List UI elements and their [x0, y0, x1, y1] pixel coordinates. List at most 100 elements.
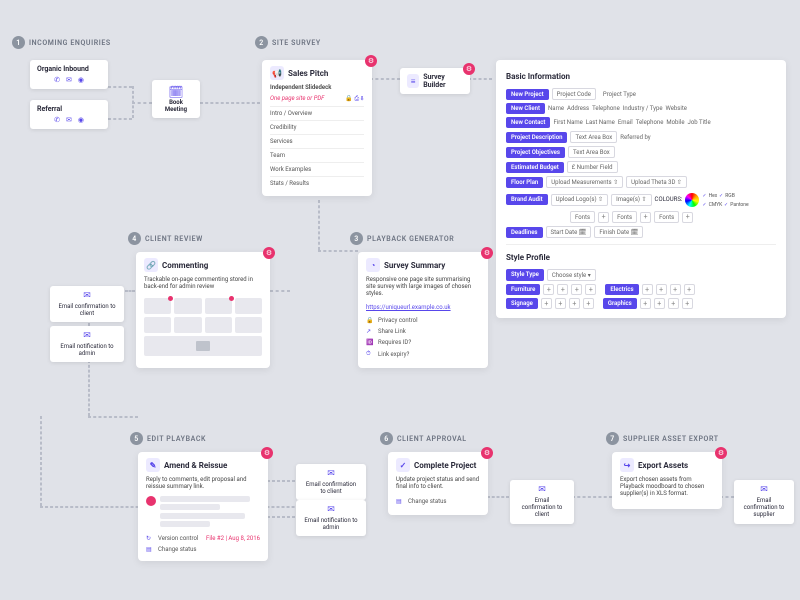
step-badge-3: 3 — [350, 232, 363, 245]
amend-card[interactable]: ⚙ ✎Amend & Reissue Reply to comments, ed… — [138, 452, 268, 561]
book-meeting-card[interactable]: 🗓 Book Meeting — [152, 80, 200, 118]
mail-icon: ✉ — [303, 505, 359, 515]
survey-builder-card[interactable]: ⚙ ≡ Survey Builder — [400, 68, 470, 94]
pencil-icon: ✎ — [146, 458, 160, 472]
signage-button[interactable]: Signage — [506, 298, 538, 309]
id-icon: 🆔 — [366, 339, 374, 346]
project-code-field[interactable]: Project Code — [552, 88, 596, 100]
step-2-header: 2 SITE SURVEY — [255, 36, 321, 49]
survey-summary-card[interactable]: ⚙ ◔Survey Summary Responsive one page si… — [358, 252, 488, 368]
new-client-button[interactable]: New Client — [506, 103, 545, 114]
amend-title: Amend & Reissue — [164, 461, 227, 470]
style-title: Style Profile — [506, 249, 776, 266]
pitch-items: Intro / OverviewCredibility ServicesTeam… — [262, 106, 372, 196]
email-client-5: ✉ Email confirmation to client — [296, 464, 366, 500]
summary-url[interactable]: https://uniqueurl.example.co.uk — [366, 304, 451, 311]
step-badge-5: 5 — [130, 432, 143, 445]
link-icon: 🔗 — [144, 258, 158, 272]
step-3-header: 3 PLAYBACK GENERATOR — [350, 232, 454, 245]
chart-icon: ◔ — [366, 258, 380, 272]
complete-card[interactable]: ⚙ ✓Complete Project Update project statu… — [388, 452, 488, 515]
mail-icon: ✉ — [57, 291, 117, 301]
check-icon: ✓ — [396, 458, 410, 472]
floor-plan-button[interactable]: Floor Plan — [506, 177, 543, 188]
comment-title: Commenting — [162, 261, 208, 270]
export-card[interactable]: ⚙ ↪Export Assets Export chosen assets fr… — [612, 452, 722, 509]
graphics-button[interactable]: Graphics — [603, 298, 637, 309]
furniture-button[interactable]: Furniture — [506, 284, 540, 295]
project-obj-button[interactable]: Project Objectives — [506, 147, 565, 158]
upload-logo[interactable]: Upload Logo(s) ⇧ — [551, 194, 608, 206]
step-5-header: 5 EDIT PLAYBACK — [130, 432, 206, 445]
step-7-label: SUPPLIER ASSET EXPORT — [623, 435, 719, 443]
step-1-label: INCOMING ENQUIRIES — [29, 39, 111, 47]
refresh-icon: ↻ — [146, 535, 154, 542]
phone-icon: ✆ — [54, 76, 60, 84]
comment-desc: Trackable on-page commenting stored in b… — [136, 276, 270, 294]
step-2-label: SITE SURVEY — [272, 39, 321, 47]
obj-textarea[interactable]: Text Area Box — [568, 146, 615, 158]
mail-icon: ✉ — [303, 469, 359, 479]
calendar-icon: 🗓 — [159, 85, 193, 99]
email-admin-4: ✉ Email notification to admin — [50, 326, 124, 362]
deadlines-button[interactable]: Deadlines — [506, 227, 543, 238]
gear-icon[interactable]: ⚙ — [481, 447, 493, 459]
gear-icon[interactable]: ⚙ — [365, 55, 377, 67]
mail-icon: ✉ — [741, 485, 787, 495]
step-1-header: 1 INCOMING ENQUIRIES — [12, 36, 111, 49]
email-client-4: ✉ Email confirmation to client — [50, 286, 124, 322]
complete-title: Complete Project — [414, 461, 476, 470]
comment-mock — [136, 294, 270, 360]
status-icon: ▤ — [396, 498, 404, 505]
choose-style[interactable]: Choose style ▾ — [547, 269, 596, 281]
upload-measurements[interactable]: Upload Measurements ⇧ — [546, 176, 623, 188]
pitch-title: Sales Pitch — [288, 69, 328, 78]
step-5-label: EDIT PLAYBACK — [147, 435, 206, 443]
step-4-header: 4 CLIENT REVIEW — [128, 232, 203, 245]
budget-button[interactable]: Estimated Budget — [506, 162, 564, 173]
finish-date[interactable]: Finish Date 🗓 — [594, 226, 643, 238]
contact-icons: ✆ ✉ ◉ — [37, 76, 101, 84]
project-desc-button[interactable]: Project Description — [506, 132, 567, 143]
upload-theta[interactable]: Upload Theta 3D ⇧ — [626, 176, 687, 188]
contact-icons-2: ✆✉◉ — [37, 116, 101, 124]
list-icon: ≡ — [407, 74, 419, 88]
complete-desc: Update project status and send final inf… — [388, 476, 488, 494]
images-field[interactable]: Image(s) ⇧ — [611, 194, 651, 206]
gear-icon[interactable]: ⚙ — [463, 63, 475, 75]
electrics-button[interactable]: Electrics — [605, 284, 638, 295]
gear-icon[interactable]: ⚙ — [263, 247, 275, 259]
referral-card[interactable]: Referral ✆✉◉ — [30, 100, 108, 129]
step-badge-1: 1 — [12, 36, 25, 49]
basic-title: Basic Information — [506, 68, 776, 85]
start-date[interactable]: Start Date 🗓 — [546, 226, 592, 238]
sales-pitch-card[interactable]: ⚙ 📢Sales Pitch Independent Slidedeck One… — [262, 60, 372, 196]
budget-field[interactable]: £ Number Field — [567, 161, 618, 173]
commenting-card[interactable]: ⚙ 🔗Commenting Trackable on-page commenti… — [136, 252, 270, 368]
step-badge-6: 6 — [380, 432, 393, 445]
clock-icon: ⏱ — [366, 350, 374, 358]
status-icon: ▤ — [146, 546, 154, 553]
brand-audit-button[interactable]: Brand Audit — [506, 194, 548, 205]
gear-icon[interactable]: ⚙ — [715, 447, 727, 459]
organic-inbound-card[interactable]: Organic Inbound ✆✉◉ — [30, 60, 108, 89]
megaphone-icon: 📢 — [270, 66, 284, 80]
step-badge-4: 4 — [128, 232, 141, 245]
mail-icon: ✉ — [66, 76, 72, 84]
referral-label: Referral — [37, 105, 101, 113]
mail-icon: ✉ — [66, 116, 72, 124]
desc-textarea[interactable]: Text Area Box — [570, 131, 617, 143]
summary-title: Survey Summary — [384, 261, 445, 270]
step-6-label: CLIENT APPROVAL — [397, 435, 467, 443]
new-contact-button[interactable]: New Contact — [506, 117, 550, 128]
color-wheel-icon[interactable] — [685, 193, 699, 207]
phone-icon: ✆ — [54, 116, 60, 124]
gear-icon[interactable]: ⚙ — [261, 447, 273, 459]
new-project-button[interactable]: New Project — [506, 89, 549, 100]
gear-icon[interactable]: ⚙ — [481, 247, 493, 259]
lock-icon: 🔒 — [366, 317, 374, 324]
step-7-header: 7 SUPPLIER ASSET EXPORT — [606, 432, 719, 445]
style-type-button[interactable]: Style Type — [506, 269, 544, 281]
step-badge-7: 7 — [606, 432, 619, 445]
globe-icon: ◉ — [78, 76, 84, 84]
